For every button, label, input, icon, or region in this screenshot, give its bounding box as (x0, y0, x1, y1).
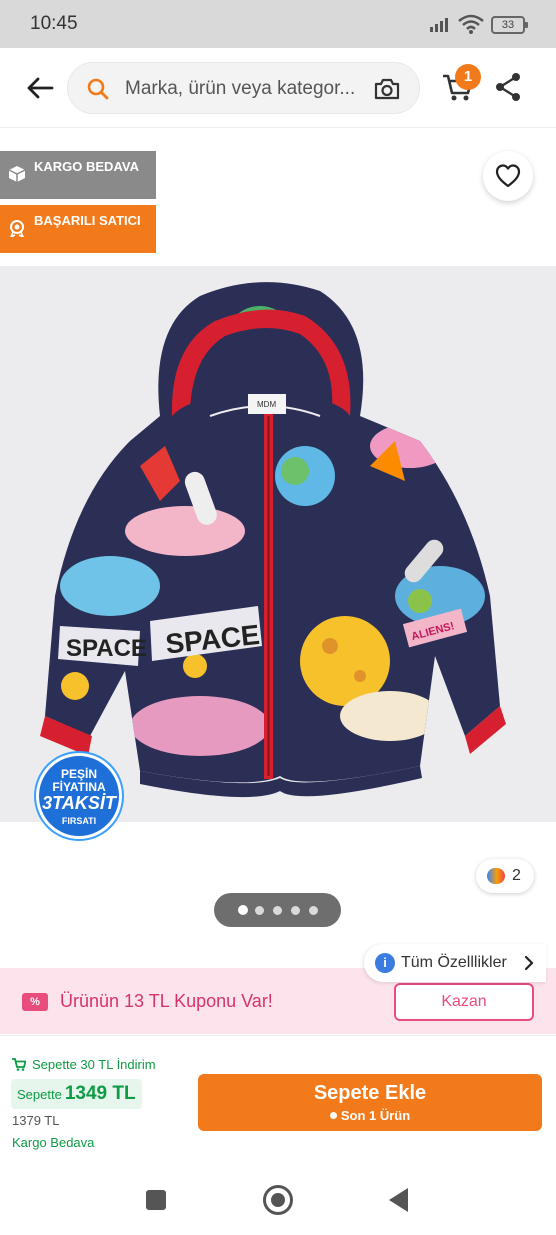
installment-offer-badge: PEŞİN FİYATINA 3TAKSİT FIRSATI (36, 753, 122, 839)
color-swatch-icon (487, 868, 505, 884)
free-shipping-label: KARGO BEDAVA (34, 159, 139, 174)
color-count: 2 (512, 867, 521, 884)
heart-icon (495, 164, 521, 188)
basket-discount: Sepette 30 TL İndirim (12, 1057, 156, 1072)
space-text-1: SPACE (66, 635, 147, 662)
award-icon (10, 220, 24, 237)
wifi-icon (458, 14, 484, 34)
pager-dot[interactable] (273, 906, 282, 915)
pager-dot[interactable] (255, 906, 264, 915)
status-bar: 10:45 33 (0, 0, 556, 48)
pager-dot[interactable] (238, 905, 248, 915)
back-arrow-icon[interactable] (24, 72, 56, 104)
stock-note: Son 1 Ürün (198, 1108, 542, 1123)
top-navigation: Marka, ürün veya kategor... 1 (0, 48, 556, 128)
pager-dot[interactable] (309, 906, 318, 915)
recent-apps-icon[interactable] (146, 1190, 166, 1210)
installment-line-3: FIRSATI (61, 816, 97, 826)
search-placeholder: Marka, ürün veya kategor... (125, 78, 356, 99)
coupon-text: Ürünün 13 TL Kuponu Var! (60, 991, 273, 1011)
basket-discount-text: Sepette 30 TL İndirim (32, 1057, 156, 1072)
successful-seller-label: BAŞARILI SATICI (34, 213, 141, 228)
chevron-right-icon (524, 955, 534, 971)
cart-count-badge: 1 (455, 64, 481, 90)
jacket-illustration: SPACE SPACE ALIENS! MDM (40, 282, 506, 798)
pager-dot[interactable] (291, 906, 300, 915)
search-input[interactable]: Marka, ürün veya kategor... (67, 62, 420, 114)
basket-price: Sepette 1349 TL (11, 1079, 142, 1109)
claim-coupon-button[interactable]: Kazan (394, 983, 534, 1021)
basket-price-value: 1349 TL (64, 1083, 136, 1104)
battery-icon: 33 (491, 16, 528, 34)
image-pager[interactable] (214, 893, 341, 927)
share-icon[interactable] (494, 72, 522, 102)
cart-small-icon (12, 1058, 27, 1071)
box-icon (8, 166, 26, 182)
coupon-icon: % (22, 993, 48, 1011)
info-icon: i (375, 953, 395, 973)
installment-line-2: 3TAKSİT (42, 793, 116, 813)
basket-price-label: Sepette (17, 1087, 62, 1102)
all-features-button[interactable]: i Tüm Özelllikler (364, 944, 546, 982)
system-back-icon[interactable] (389, 1188, 408, 1212)
successful-seller-badge: BAŞARILI SATICI (0, 205, 156, 253)
add-to-cart-label: Sepete Ekle (313, 1082, 427, 1104)
purchase-bar: Sepette 30 TL İndirim Sepette 1349 TL 137… (0, 1035, 556, 1160)
favorite-button[interactable] (483, 151, 533, 201)
system-navigation-bar (0, 1160, 556, 1235)
search-icon (87, 78, 109, 100)
garment-label-text: MDM (257, 400, 276, 409)
all-features-label: Tüm Özelllikler (401, 954, 507, 971)
free-shipping-text: Kargo Bedava (12, 1135, 95, 1150)
product-image[interactable]: SPACE SPACE ALIENS! MDM (0, 266, 556, 822)
regular-price: 1379 TL (12, 1113, 60, 1128)
status-time: 10:45 (30, 13, 78, 34)
signal-icon (430, 18, 448, 32)
installment-line-1: PEŞİN FİYATINA (52, 767, 106, 794)
add-to-cart-button[interactable]: Sepete Ekle Son 1 Ürün (198, 1074, 542, 1131)
camera-icon[interactable] (373, 76, 401, 102)
home-icon[interactable] (263, 1185, 293, 1215)
free-shipping-badge: KARGO BEDAVA (0, 151, 156, 199)
color-options-button[interactable]: 2 (476, 859, 534, 893)
